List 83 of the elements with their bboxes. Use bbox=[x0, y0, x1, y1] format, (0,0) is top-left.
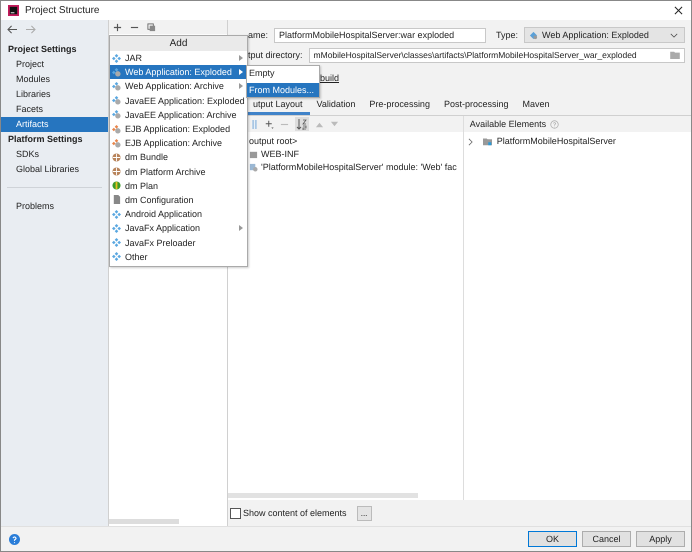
tab[interactable]: Post-processing bbox=[436, 96, 516, 115]
type-value: Web Application: Exploded bbox=[542, 30, 650, 40]
bean-module-icon bbox=[112, 138, 121, 148]
tree-item[interactable]: WEB-INF bbox=[261, 148, 299, 161]
help-icon[interactable] bbox=[9, 534, 20, 544]
sidebar-item[interactable]: Libraries bbox=[1, 87, 108, 102]
name-label: ame: bbox=[248, 30, 268, 40]
add-icon[interactable] bbox=[113, 22, 122, 32]
type-label: Type: bbox=[496, 30, 518, 40]
diamond-icon bbox=[112, 54, 121, 63]
diamond-icon bbox=[112, 210, 121, 219]
diamond-icon bbox=[112, 238, 121, 248]
available-elements-label: Available Elements bbox=[470, 119, 546, 129]
sidebar-item[interactable]: Problems bbox=[1, 199, 108, 214]
tab[interactable]: Maven bbox=[515, 96, 556, 115]
menu-item[interactable]: Other bbox=[110, 250, 247, 264]
web-module-icon bbox=[112, 68, 121, 77]
chevron-down-icon[interactable] bbox=[670, 32, 678, 38]
web-module-icon bbox=[529, 30, 538, 40]
close-icon[interactable] bbox=[674, 6, 683, 15]
menu-item[interactable]: dm Configuration bbox=[110, 192, 247, 208]
copy-icon[interactable] bbox=[147, 22, 156, 32]
dialog-button[interactable]: OK bbox=[528, 531, 577, 547]
include-in-build-label: build bbox=[320, 73, 340, 83]
back-arrow-icon[interactable] bbox=[7, 25, 18, 34]
tree-item[interactable]: output root> bbox=[249, 135, 298, 148]
checkbox[interactable] bbox=[230, 508, 241, 518]
sort-icon[interactable] bbox=[295, 117, 309, 131]
sidebar-item[interactable]: Modules bbox=[1, 72, 108, 87]
scrollbar[interactable] bbox=[228, 493, 418, 498]
output-directory-label: tput directory: bbox=[248, 50, 303, 60]
bundle-icon bbox=[112, 167, 121, 176]
window-title: Project Structure bbox=[25, 5, 100, 16]
menu-item[interactable]: EJB Application: Archive bbox=[110, 136, 247, 150]
diamond-icon bbox=[112, 224, 121, 233]
menu-item[interactable]: JAR bbox=[110, 51, 247, 66]
dialog-button[interactable]: Apply bbox=[636, 531, 685, 547]
web-module-icon bbox=[112, 96, 121, 106]
output-directory-field[interactable]: mMobileHospitalServer\classes\artifacts\PlatformMobileHospitalServer_war_exploded bbox=[308, 48, 685, 62]
module-folder-icon bbox=[482, 137, 492, 146]
menu-item[interactable]: From Modules... bbox=[247, 83, 319, 97]
sidebar-item[interactable]: Global Libraries bbox=[1, 162, 108, 177]
menu-item[interactable]: JavaEE Application: Exploded bbox=[110, 94, 247, 108]
menu-item[interactable]: Web Application: Archive bbox=[110, 79, 247, 94]
section-heading: Platform Settings bbox=[7, 133, 84, 146]
folder-icon bbox=[249, 150, 258, 159]
checkbox-label: Show content of elements bbox=[243, 508, 347, 518]
menu-item[interactable]: dm Plan bbox=[110, 178, 247, 193]
more-button[interactable]: ... bbox=[356, 506, 372, 520]
bundle-icon bbox=[112, 152, 121, 162]
menu-item[interactable]: EJB Application: Exploded bbox=[110, 122, 247, 136]
add-icon[interactable] bbox=[265, 120, 274, 128]
output-directory-value: mMobileHospitalServer\classes\artifacts\PlatformMobileHospitalServer_war_exploded bbox=[314, 48, 637, 62]
file-icon bbox=[112, 195, 121, 204]
app-icon bbox=[8, 5, 19, 16]
globe-icon bbox=[112, 181, 121, 190]
dialog-button[interactable]: Cancel bbox=[582, 531, 631, 547]
type-dropdown[interactable]: Web Application: Exploded bbox=[524, 27, 685, 43]
web-module-icon bbox=[112, 82, 121, 91]
menu-item[interactable]: JavaFx Application bbox=[110, 221, 247, 236]
menu-item[interactable]: Web Application: Exploded bbox=[110, 65, 247, 80]
menu-item[interactable]: dm Platform Archive bbox=[110, 164, 247, 179]
sidebar-item[interactable]: Project bbox=[1, 57, 108, 72]
menu-item[interactable]: dm Bundle bbox=[110, 150, 247, 164]
sidebar-item[interactable]: Facets bbox=[1, 102, 108, 117]
menu-item[interactable]: Empty bbox=[247, 66, 319, 80]
tree-item[interactable]: 'PlatformMobileHospitalServer' module: 'Web' fac bbox=[261, 161, 457, 174]
sidebar-item[interactable]: SDKs bbox=[1, 147, 108, 162]
menu-item[interactable]: JavaEE Application: Archive bbox=[110, 108, 247, 122]
name-field[interactable]: PlatformMobileHospitalServer:war exploded bbox=[274, 28, 486, 42]
diamond-icon bbox=[112, 252, 121, 262]
tree-item[interactable]: PlatformMobileHospitalServer bbox=[496, 135, 616, 148]
scrollbar[interactable] bbox=[109, 519, 179, 524]
module-icon bbox=[249, 163, 258, 172]
menu-title: Add bbox=[110, 36, 247, 51]
menu-item[interactable]: Android Application bbox=[110, 207, 247, 222]
tab[interactable]: Validation bbox=[310, 96, 362, 115]
web-module-icon bbox=[112, 110, 121, 120]
tab[interactable]: Pre-processing bbox=[362, 96, 437, 115]
section-heading: Project Settings bbox=[7, 43, 78, 56]
menu-item[interactable]: JavaFx Preloader bbox=[110, 235, 247, 250]
bean-module-icon bbox=[112, 124, 121, 134]
sidebar-item[interactable]: Artifacts bbox=[1, 117, 108, 132]
